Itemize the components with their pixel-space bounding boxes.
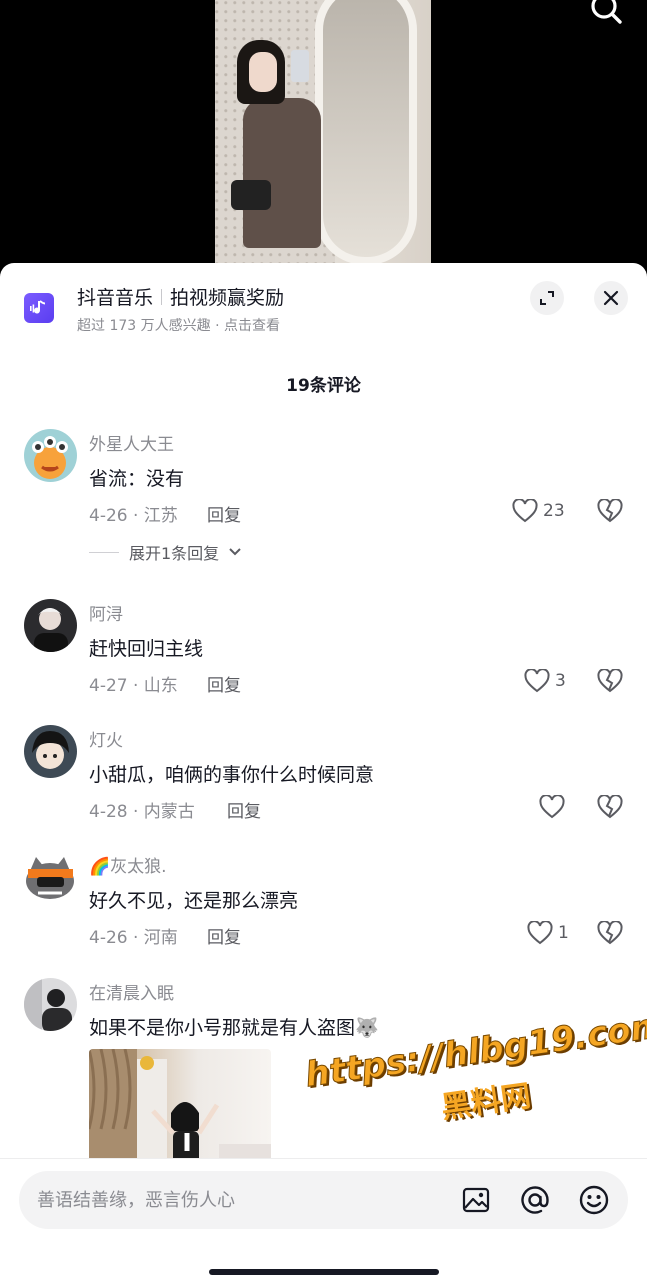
dislike-button[interactable]	[597, 498, 623, 525]
promo-action-text: 拍视频赢奖励	[170, 287, 285, 309]
watermark-name: 黑料网	[439, 1078, 534, 1126]
chevron-down-icon	[229, 548, 241, 556]
video-player[interactable]	[0, 0, 647, 290]
dislike-button[interactable]	[597, 668, 623, 695]
avatar[interactable]	[24, 429, 77, 482]
comment-input-bar	[0, 1158, 647, 1280]
promo-subtitle: 超过 173 万人感兴趣 · 点击查看	[77, 318, 280, 334]
avatar[interactable]	[24, 725, 77, 778]
like-button[interactable]: 23	[512, 499, 565, 523]
dislike-button[interactable]	[597, 794, 623, 821]
emoji-icon[interactable]	[578, 1184, 610, 1216]
comment-username[interactable]: 阿浔	[89, 600, 123, 625]
avatar[interactable]	[24, 851, 77, 904]
comment-text: 小甜瓜，咱俩的事你什么时候同意	[89, 764, 375, 786]
comment-sheet: 抖音音乐 拍视频赢奖励 超过 173 万人感兴趣 · 点击查看 19条评论 外星人…	[0, 263, 647, 1280]
video-person-face	[249, 52, 277, 92]
comment-date-location: 4-28 · 内蒙古	[89, 802, 195, 822]
comment-text: 好久不见，还是那么漂亮	[89, 890, 299, 912]
video-person-body	[243, 98, 321, 248]
heart-icon	[524, 669, 550, 693]
reply-button[interactable]: 回复	[207, 501, 241, 526]
video-mirror	[315, 0, 417, 265]
like-count: 3	[555, 671, 566, 691]
video-person-bag	[231, 180, 271, 210]
video-person-phone	[291, 50, 309, 82]
comment-username[interactable]: 在清晨入眠	[89, 979, 174, 1004]
reply-button[interactable]: 回复	[207, 923, 241, 948]
comment-username[interactable]: 🌈灰太狼.	[89, 852, 167, 877]
broken-heart-icon	[597, 668, 623, 693]
home-indicator[interactable]	[209, 1269, 439, 1275]
avatar[interactable]	[24, 599, 77, 652]
broken-heart-icon	[597, 794, 623, 819]
promo-divider	[161, 289, 163, 305]
like-button[interactable]: 1	[527, 921, 569, 945]
reply-button[interactable]: 回复	[227, 797, 261, 822]
broken-heart-icon	[597, 498, 623, 523]
comment-username[interactable]: 灯火	[89, 726, 123, 751]
heart-icon	[539, 795, 565, 819]
at-icon[interactable]	[519, 1184, 551, 1216]
comment-attached-image[interactable]	[89, 1049, 271, 1169]
heart-icon	[512, 499, 538, 523]
avatar[interactable]	[24, 978, 77, 1031]
broken-heart-icon	[597, 920, 623, 945]
promo-title-text: 抖音音乐	[77, 287, 154, 309]
image-icon[interactable]	[460, 1184, 492, 1216]
comment-username[interactable]: 外星人大王	[89, 430, 174, 455]
heart-icon	[527, 921, 553, 945]
like-button[interactable]: 3	[524, 669, 566, 693]
expand-icon	[540, 291, 554, 305]
comment-date-location: 4-27 · 山东	[89, 676, 178, 696]
expand-replies-button[interactable]: 展开1条回复	[89, 540, 241, 564]
video-thumbnail	[215, 0, 431, 290]
expand-divider	[89, 551, 119, 553]
comment-text: 赶快回归主线	[89, 638, 204, 660]
search-icon[interactable]	[586, 0, 626, 28]
reply-button[interactable]: 回复	[207, 671, 241, 696]
promo-title[interactable]: 抖音音乐 拍视频赢奖励	[77, 283, 284, 310]
music-note-icon	[24, 293, 54, 323]
expand-replies-label: 展开1条回复	[129, 544, 220, 563]
like-count: 1	[558, 923, 569, 943]
dislike-button[interactable]	[597, 920, 623, 947]
comment-date-location: 4-26 · 江苏	[89, 506, 178, 526]
like-button[interactable]	[539, 795, 570, 819]
expand-button[interactable]	[530, 281, 564, 315]
like-count: 23	[543, 501, 565, 521]
comment-date-location: 4-26 · 河南	[89, 928, 178, 948]
close-icon	[603, 290, 619, 306]
comment-count: 19条评论	[286, 376, 361, 396]
comment-text: 省流：没有	[89, 468, 185, 490]
close-button[interactable]	[594, 281, 628, 315]
